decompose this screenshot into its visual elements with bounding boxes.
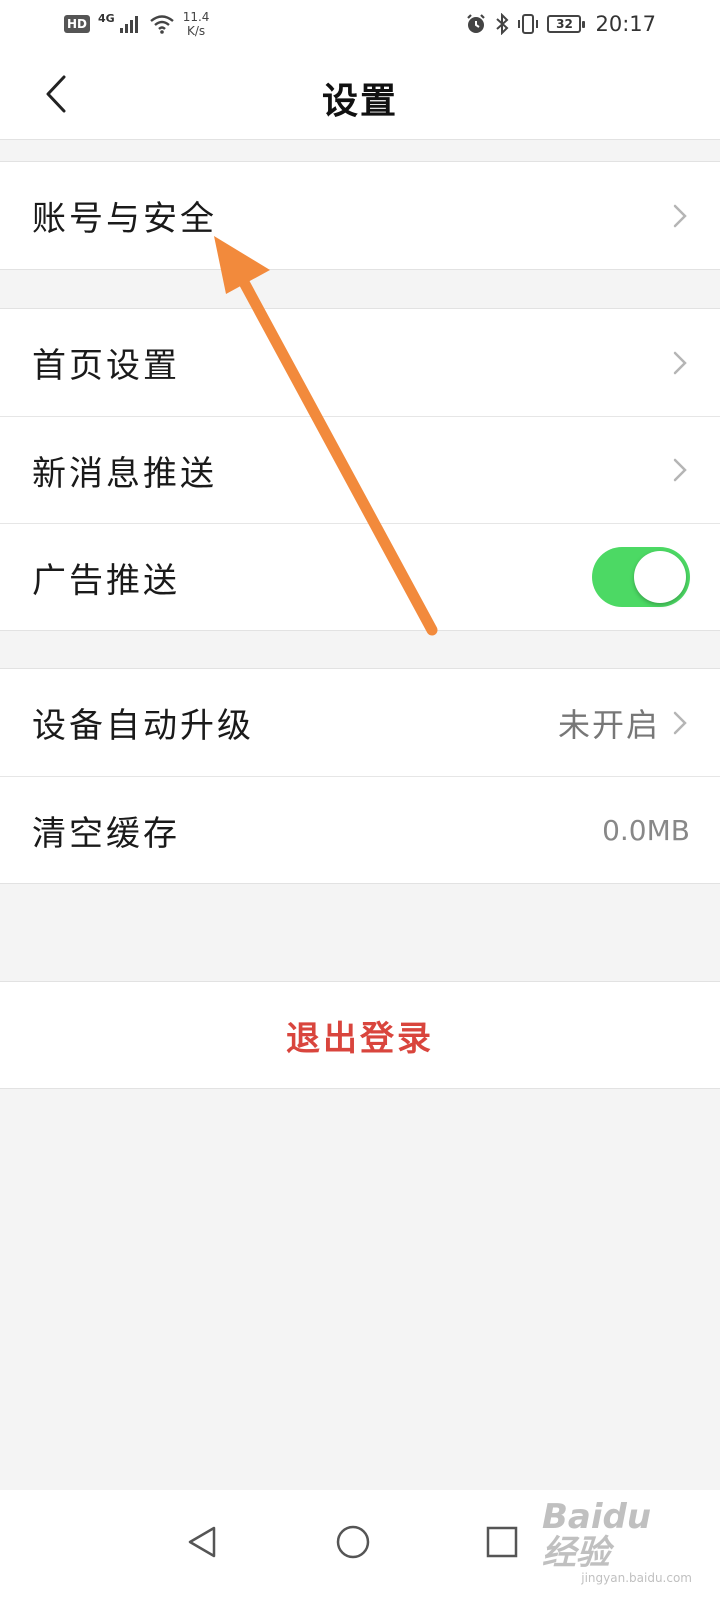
settings-group-notifications: 首页设置 新消息推送 广告推送 (0, 308, 720, 631)
cache-size-value: 0.0MB (602, 813, 690, 847)
page-title: 设置 (321, 81, 398, 122)
header: 设置 (0, 48, 720, 140)
row-home-settings[interactable]: 首页设置 (0, 309, 720, 416)
cellular-signal-icon (119, 16, 138, 33)
hd-badge: HD (64, 15, 91, 33)
network-type-label: 4G (98, 11, 115, 25)
logout-group: 退出登录 (0, 981, 720, 1089)
square-recents-icon (486, 1526, 518, 1558)
nav-recents-button[interactable] (472, 1512, 532, 1572)
bluetooth-icon (496, 13, 509, 35)
triangle-back-icon (188, 1526, 216, 1558)
row-account-security[interactable]: 账号与安全 (0, 162, 720, 269)
watermark-sub: jingyan.baidu.com (581, 1571, 692, 1585)
row-label: 账号与安全 (32, 199, 217, 239)
logout-label: 退出登录 (286, 1018, 434, 1059)
baidu-jingyan-watermark: Baidu 经验 jingyan.baidu.com (542, 1497, 692, 1585)
status-right: 32 20:17 (465, 12, 656, 36)
chevron-right-icon (670, 456, 690, 484)
row-ad-push: 广告推送 (0, 523, 720, 630)
network-speed-value: 11.4 (182, 10, 210, 24)
row-label: 新消息推送 (32, 453, 217, 494)
toggle-knob (634, 551, 686, 603)
row-value: 未开启 (557, 705, 660, 744)
chevron-right-icon (670, 709, 690, 737)
network-speed-unit: K/s (186, 24, 206, 38)
nav-home-button[interactable] (323, 1512, 383, 1572)
chevron-right-icon (670, 349, 690, 377)
vibrate-icon (518, 14, 539, 34)
nav-back-button[interactable] (172, 1512, 232, 1572)
status-bar: HD 4G 11.4 K/s 32 20:17 (0, 0, 720, 48)
row-new-message-push[interactable]: 新消息推送 (0, 416, 720, 523)
row-clear-cache[interactable]: 清空缓存 0.0MB (0, 776, 720, 883)
network-speed: 11.4 K/s (183, 10, 210, 38)
row-label: 清空缓存 (32, 813, 180, 854)
row-label: 首页设置 (32, 346, 180, 386)
watermark-main: Baidu 经验 (542, 1497, 652, 1573)
wifi-icon (149, 15, 174, 34)
settings-group-device: 设备自动升级 未开启 清空缓存 0.0MB (0, 668, 720, 884)
ad-push-toggle[interactable] (592, 547, 690, 607)
status-left: HD 4G 11.4 K/s (64, 10, 209, 38)
row-label: 广告推送 (32, 560, 180, 601)
settings-group-account: 账号与安全 (0, 161, 720, 270)
circle-home-icon (336, 1525, 370, 1559)
alarm-icon (467, 14, 486, 33)
battery-icon: 32 (547, 15, 586, 33)
row-label: 设备自动升级 (32, 706, 254, 746)
row-device-auto-upgrade[interactable]: 设备自动升级 未开启 (0, 669, 720, 776)
logout-button[interactable]: 退出登录 (0, 982, 720, 1088)
clock: 20:17 (595, 12, 656, 36)
chevron-right-icon (670, 202, 690, 230)
